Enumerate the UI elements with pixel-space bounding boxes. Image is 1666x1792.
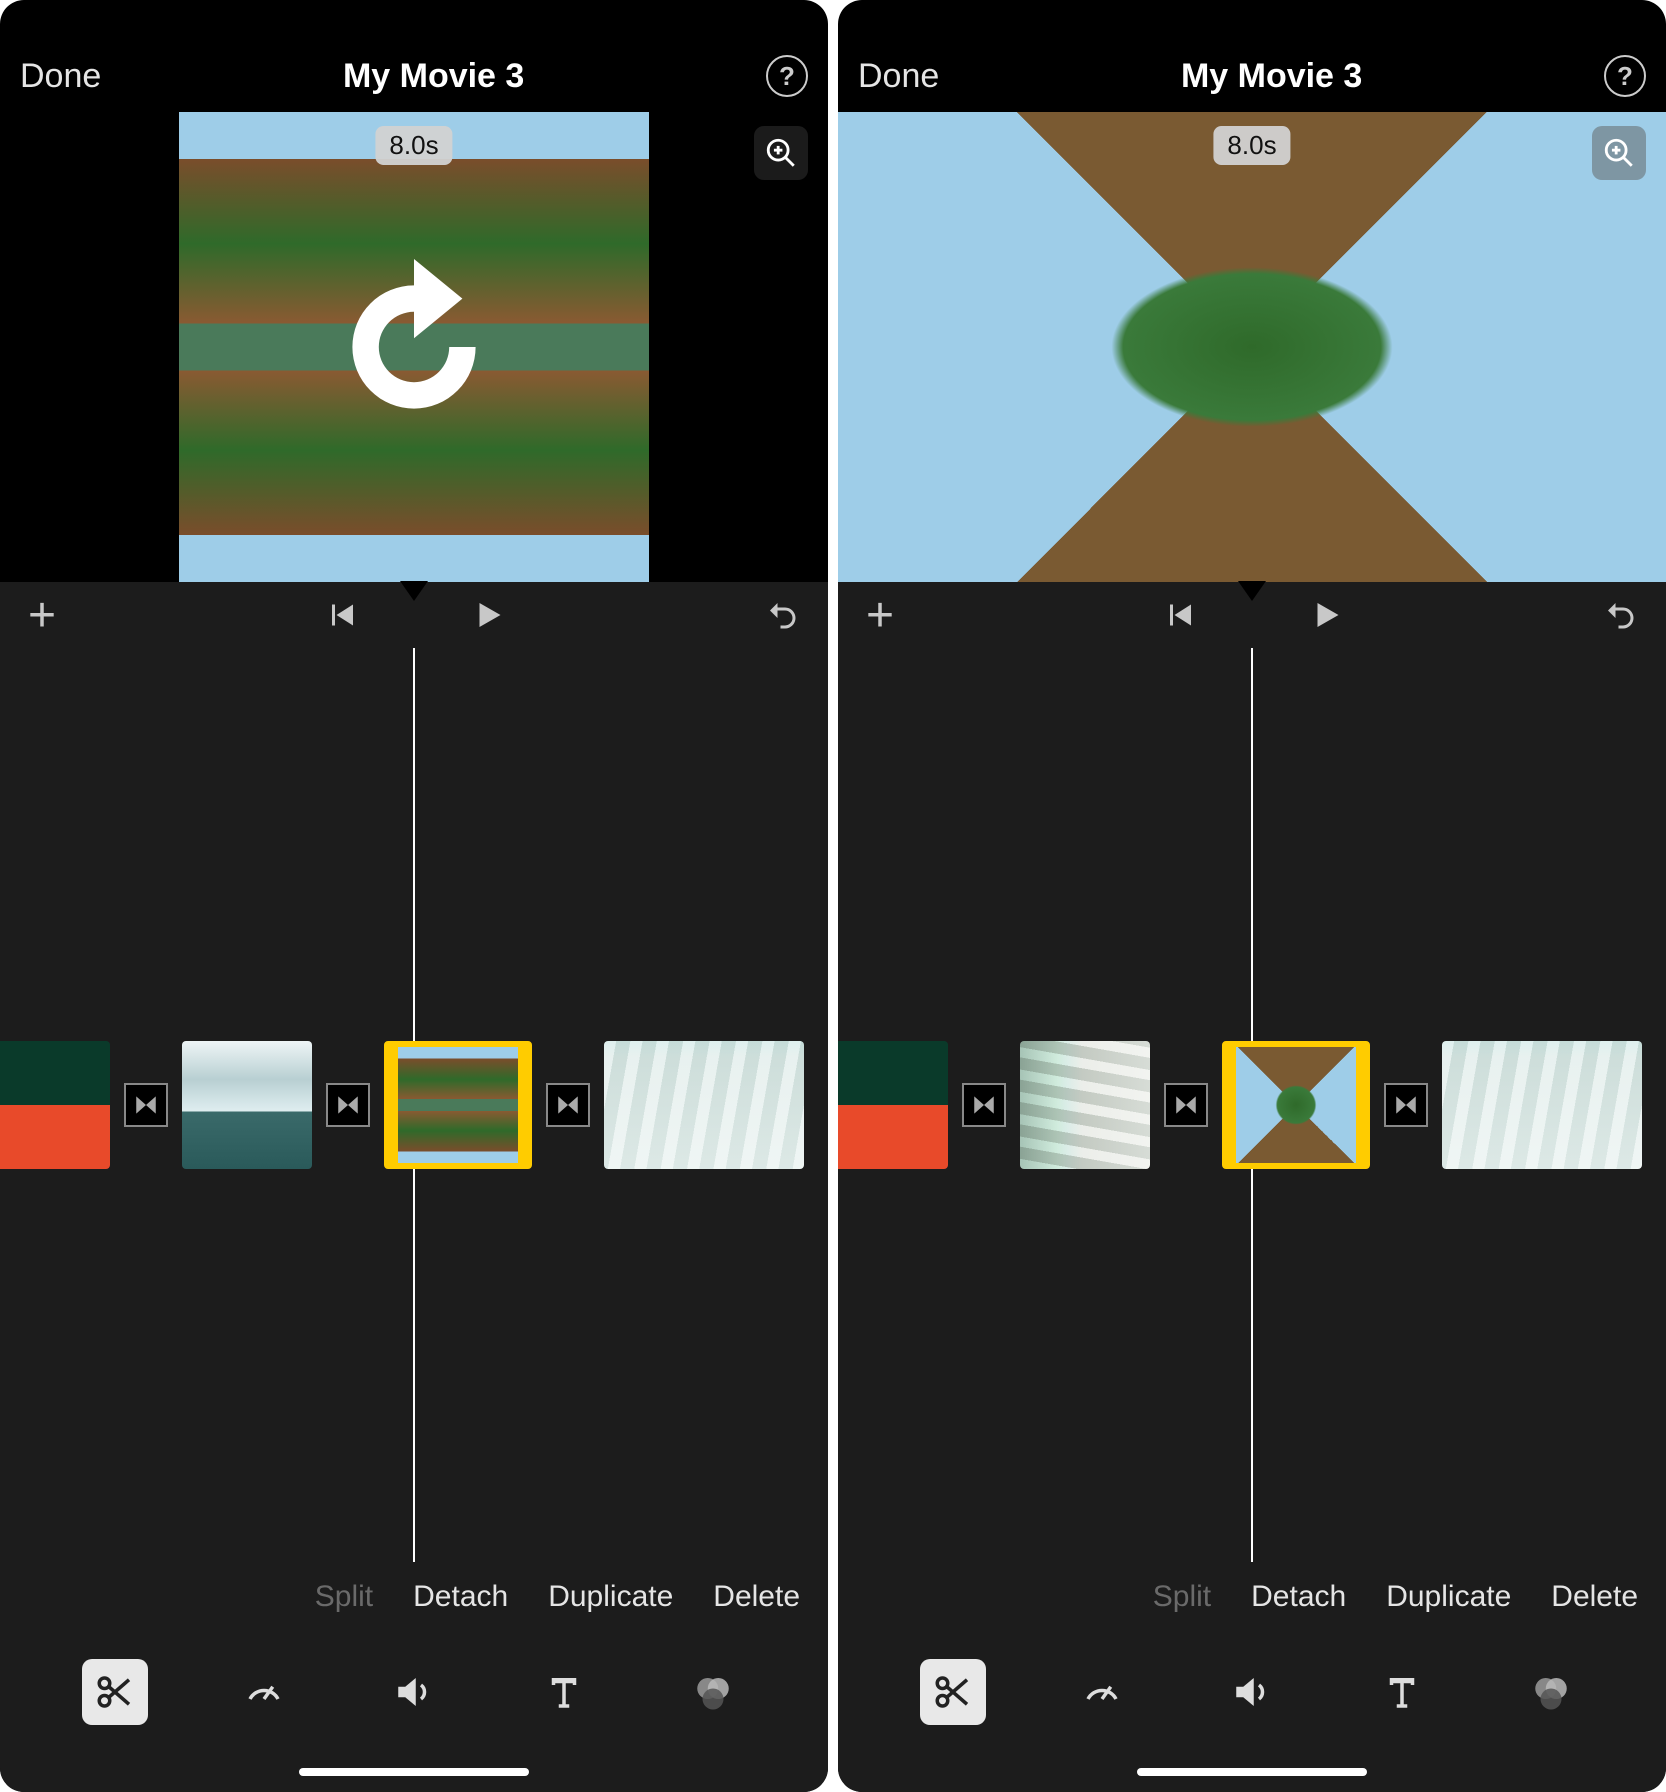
filters-tool[interactable] <box>680 1659 746 1725</box>
project-title: My Movie 3 <box>1181 57 1362 96</box>
video-preview[interactable]: 8.0s <box>838 112 1666 582</box>
detach-button[interactable]: Detach <box>413 1580 508 1614</box>
transport-bar: + <box>838 582 1666 648</box>
speed-tool[interactable] <box>231 1659 297 1725</box>
preview-area[interactable]: 8.0s <box>838 112 1666 582</box>
undo-button[interactable] <box>764 597 800 633</box>
screen-right: Done My Movie 3 ? 8.0s + <box>838 0 1666 1792</box>
clip-3-selected[interactable] <box>384 1041 532 1169</box>
delete-button[interactable]: Delete <box>713 1580 800 1614</box>
add-media-button[interactable]: + <box>866 588 894 643</box>
video-preview[interactable]: 8.0s <box>179 112 649 582</box>
clip-2[interactable] <box>182 1041 312 1169</box>
undo-button[interactable] <box>1602 597 1638 633</box>
clip-2[interactable] <box>1020 1041 1150 1169</box>
project-title: My Movie 3 <box>343 57 524 96</box>
home-indicator <box>838 1752 1666 1792</box>
playhead-notch <box>400 581 428 601</box>
clip-action-row: Split Detach Duplicate Delete <box>838 1562 1666 1632</box>
rotate-indicator-icon <box>284 217 544 477</box>
zoom-icon[interactable] <box>1592 126 1646 180</box>
transition-icon[interactable] <box>124 1083 168 1127</box>
clip-strip[interactable] <box>838 1040 1666 1170</box>
status-area: Done My Movie 3 ? <box>838 0 1666 112</box>
scissors-tool[interactable] <box>82 1659 148 1725</box>
home-indicator <box>0 1752 828 1792</box>
detach-button[interactable]: Detach <box>1251 1580 1346 1614</box>
done-button[interactable]: Done <box>858 57 939 96</box>
split-button[interactable]: Split <box>315 1580 373 1614</box>
playhead-notch <box>1238 581 1266 601</box>
transition-icon[interactable] <box>1164 1083 1208 1127</box>
duplicate-button[interactable]: Duplicate <box>1386 1580 1511 1614</box>
screen-left: Done My Movie 3 ? 8.0s + <box>0 0 828 1792</box>
clip-strip[interactable] <box>0 1040 828 1170</box>
delete-button[interactable]: Delete <box>1551 1580 1638 1614</box>
text-tool[interactable] <box>531 1659 597 1725</box>
clip-4[interactable] <box>1442 1041 1642 1169</box>
timeline[interactable] <box>838 648 1666 1562</box>
volume-tool[interactable] <box>1219 1659 1285 1725</box>
clip-duration-badge: 8.0s <box>1213 126 1290 165</box>
scissors-tool[interactable] <box>920 1659 986 1725</box>
clip-3-selected[interactable] <box>1222 1041 1370 1169</box>
help-icon[interactable]: ? <box>766 55 808 97</box>
play-button[interactable] <box>469 597 505 633</box>
clip-thumb <box>1236 1047 1356 1163</box>
clip-4[interactable] <box>604 1041 804 1169</box>
top-bar: Done My Movie 3 ? <box>0 40 828 112</box>
transport-bar: + <box>0 582 828 648</box>
skip-start-button[interactable] <box>323 597 359 633</box>
speed-tool[interactable] <box>1069 1659 1135 1725</box>
duplicate-button[interactable]: Duplicate <box>548 1580 673 1614</box>
tool-row <box>0 1632 828 1752</box>
volume-tool[interactable] <box>381 1659 447 1725</box>
help-icon[interactable]: ? <box>1604 55 1646 97</box>
done-button[interactable]: Done <box>20 57 101 96</box>
status-area: Done My Movie 3 ? <box>0 0 828 112</box>
play-button[interactable] <box>1307 597 1343 633</box>
clip-thumb <box>398 1047 518 1163</box>
clip-1[interactable] <box>838 1041 948 1169</box>
clip-1[interactable] <box>0 1041 110 1169</box>
top-bar: Done My Movie 3 ? <box>838 40 1666 112</box>
screenshot-divider <box>828 0 838 1792</box>
preview-frame <box>838 112 1666 582</box>
transition-icon[interactable] <box>326 1083 370 1127</box>
zoom-icon[interactable] <box>754 126 808 180</box>
preview-area[interactable]: 8.0s <box>0 112 828 582</box>
transition-icon[interactable] <box>1384 1083 1428 1127</box>
add-media-button[interactable]: + <box>28 588 56 643</box>
text-tool[interactable] <box>1369 1659 1435 1725</box>
clip-action-row: Split Detach Duplicate Delete <box>0 1562 828 1632</box>
transition-icon[interactable] <box>962 1083 1006 1127</box>
filters-tool[interactable] <box>1518 1659 1584 1725</box>
skip-start-button[interactable] <box>1161 597 1197 633</box>
tool-row <box>838 1632 1666 1752</box>
split-button[interactable]: Split <box>1153 1580 1211 1614</box>
transition-icon[interactable] <box>546 1083 590 1127</box>
timeline[interactable] <box>0 648 828 1562</box>
clip-duration-badge: 8.0s <box>375 126 452 165</box>
